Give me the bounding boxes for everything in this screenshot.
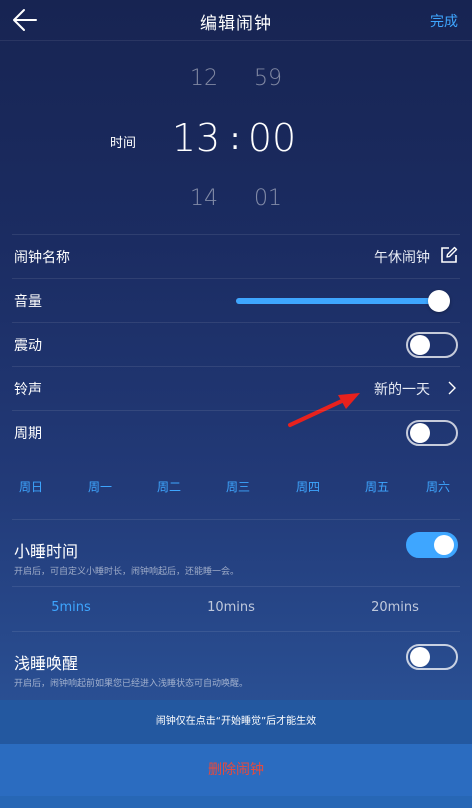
snooze-toggle[interactable] xyxy=(406,532,458,558)
light-sleep-toggle[interactable] xyxy=(406,644,458,670)
alarm-name-value: 午休闹钟 xyxy=(374,250,430,266)
done-button[interactable]: 完成 xyxy=(430,11,458,31)
weekday-sun[interactable]: 周日 xyxy=(6,478,56,495)
page-title: 编辑闹钟 xyxy=(200,14,272,34)
weekday-wed[interactable]: 周三 xyxy=(213,478,263,495)
time-picker[interactable]: 12 59 时间 13 : 00 14 01 xyxy=(0,40,472,235)
notice-banner: 闹钟仅在点击“开始睡觉”后才能生效 xyxy=(0,700,472,744)
vibrate-toggle[interactable] xyxy=(406,332,458,358)
weekday-thu[interactable]: 周四 xyxy=(283,478,333,495)
volume-label: 音量 xyxy=(14,294,42,310)
minute-current[interactable]: 00 xyxy=(232,116,312,160)
repeat-label: 周期 xyxy=(14,426,42,442)
weekday-sat[interactable]: 周六 xyxy=(413,478,463,495)
minute-prev[interactable]: 59 xyxy=(238,66,298,91)
light-sleep-title: 浅睡唤醒 xyxy=(14,654,79,673)
weekday-mon[interactable]: 周一 xyxy=(75,478,125,495)
divider xyxy=(12,519,460,520)
snooze-title: 小睡时间 xyxy=(14,542,79,561)
weekday-tue[interactable]: 周二 xyxy=(144,478,194,495)
ringtone-value: 新的一天 xyxy=(374,382,430,398)
delete-alarm-button[interactable]: 删除闹钟 xyxy=(0,744,472,796)
row-ringtone[interactable]: 铃声 新的一天 xyxy=(12,366,460,411)
bottom-strip xyxy=(0,796,472,808)
minute-next[interactable]: 01 xyxy=(238,186,298,211)
weekday-fri[interactable]: 周五 xyxy=(352,478,402,495)
row-alarm-name[interactable]: 闹钟名称 午休闹钟 xyxy=(12,234,460,279)
snooze-description: 开启后，可自定义小睡时长，闹钟响起后，还能睡一会。 xyxy=(14,567,240,577)
edit-icon[interactable] xyxy=(440,246,458,264)
snooze-option-5[interactable]: 5mins xyxy=(31,600,111,615)
row-vibrate: 震动 xyxy=(12,322,460,367)
top-bar: 编辑闹钟 完成 xyxy=(0,0,472,41)
snooze-option-10[interactable]: 10mins xyxy=(191,600,271,615)
weekday-selector: 周日 周一 周二 周三 周四 周五 周六 xyxy=(0,470,472,506)
repeat-toggle[interactable] xyxy=(406,420,458,446)
snooze-toggle-knob xyxy=(434,535,454,555)
vibrate-label: 震动 xyxy=(14,338,42,354)
repeat-toggle-knob xyxy=(410,423,430,443)
chevron-right-icon xyxy=(448,381,456,395)
divider xyxy=(12,631,460,632)
snooze-option-20[interactable]: 20mins xyxy=(355,600,435,615)
light-sleep-toggle-knob xyxy=(410,647,430,667)
vibrate-toggle-knob xyxy=(410,335,430,355)
volume-slider-thumb[interactable] xyxy=(428,290,450,312)
row-volume: 音量 xyxy=(12,278,460,323)
hour-next[interactable]: 14 xyxy=(174,186,234,211)
row-repeat: 周期 xyxy=(12,410,460,455)
hour-prev[interactable]: 12 xyxy=(174,66,234,91)
hour-current[interactable]: 13 xyxy=(156,116,236,160)
divider xyxy=(12,586,460,587)
volume-slider[interactable] xyxy=(236,279,458,323)
ringtone-label: 铃声 xyxy=(14,382,42,398)
volume-slider-fill xyxy=(236,298,439,304)
light-sleep-description: 开启后，闹钟响起前如果您已经进入浅睡状态可自动唤醒。 xyxy=(14,679,249,689)
alarm-name-label: 闹钟名称 xyxy=(14,250,70,266)
time-label: 时间 xyxy=(110,136,137,151)
